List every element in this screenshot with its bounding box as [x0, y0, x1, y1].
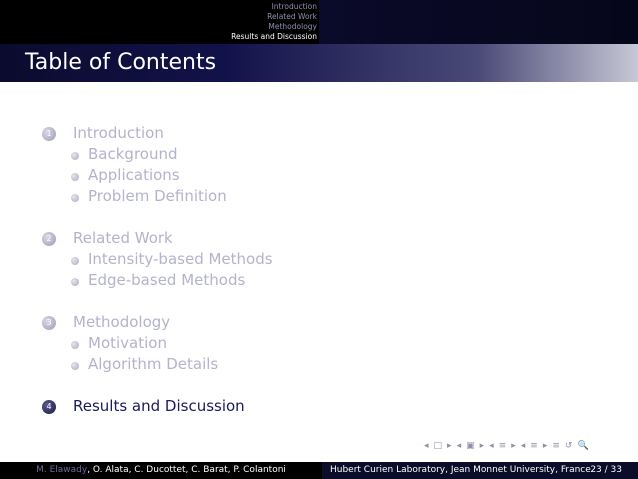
section-number-badge: 4 [42, 400, 56, 414]
section-number-badge: 3 [42, 316, 56, 330]
navigation-symbols: ◂ □ ▸ ◂ ▣ ▸ ◂ ≡ ▸ ◂ ≡ ▸ ≡ ↺ 🔍 [424, 440, 589, 452]
headline-section-results[interactable]: Results and Discussion [0, 32, 317, 42]
headline-right [319, 0, 638, 44]
bullet-icon [71, 257, 79, 265]
nav-next-subsection-icon[interactable]: ▸ [480, 440, 485, 452]
toc-subsection-label[interactable]: Applications [88, 166, 180, 184]
toc-section-label[interactable]: Related Work [73, 229, 173, 247]
toc-section-label[interactable]: Introduction [73, 124, 164, 142]
institute-name: Hubert Curien Laboratory, Jean Monnet Un… [330, 465, 591, 475]
headline-section-introduction[interactable]: Introduction [0, 2, 317, 12]
toc-subsection-label[interactable]: Background [88, 145, 178, 163]
footline: M. Elawady, O. Alata, C. Ducottet, C. Ba… [0, 462, 638, 479]
co-authors: , O. Alata, C. Ducottet, C. Barat, P. Co… [87, 465, 286, 475]
section-number-badge: 2 [42, 232, 56, 246]
nav-section-icon[interactable]: ≡ [499, 440, 507, 452]
bullet-icon [71, 194, 79, 202]
toc-subsection-label[interactable]: Intensity-based Methods [88, 250, 273, 268]
toc-section-label[interactable]: Results and Discussion [73, 397, 245, 415]
nav-prev-section-icon[interactable]: ◂ [489, 440, 494, 452]
bullet-icon [71, 341, 79, 349]
presenter-name: M. Elawady [36, 465, 88, 475]
nav-frame-icon[interactable]: □ [434, 440, 443, 452]
nav-back-icon[interactable]: ↺ [565, 440, 573, 452]
toc-section-label[interactable]: Methodology [73, 313, 170, 331]
bullet-icon [71, 173, 79, 181]
toc-subsection-label[interactable]: Motivation [88, 334, 167, 352]
toc-subsection-label[interactable]: Problem Definition [88, 187, 227, 205]
nav-appendix-icon[interactable]: ≡ [552, 440, 560, 452]
headline-bar: Introduction Related Work Methodology Re… [0, 0, 638, 44]
nav-next-section-icon[interactable]: ▸ [511, 440, 516, 452]
bullet-icon [71, 152, 79, 160]
nav-next-presentation-icon[interactable]: ▸ [543, 440, 548, 452]
toc-subsection-label[interactable]: Algorithm Details [88, 355, 218, 373]
footline-institute-area: Hubert Curien Laboratory, Jean Monnet Un… [322, 462, 638, 479]
headline-section-list: Introduction Related Work Methodology Re… [0, 2, 317, 42]
toc-subsection-label[interactable]: Edge-based Methods [88, 271, 245, 289]
frame-title: Table of Contents [25, 50, 217, 75]
headline-section-methodology[interactable]: Methodology [0, 22, 317, 32]
page-number: 23 / 33 [590, 465, 622, 475]
bullet-icon [71, 362, 79, 370]
nav-prev-subsection-icon[interactable]: ◂ [457, 440, 462, 452]
nav-subsection-icon[interactable]: ▣ [466, 440, 475, 452]
footline-authors: M. Elawady, O. Alata, C. Ducottet, C. Ba… [0, 462, 322, 479]
nav-next-frame-icon[interactable]: ▸ [447, 440, 452, 452]
headline-section-related-work[interactable]: Related Work [0, 12, 317, 22]
nav-prev-presentation-icon[interactable]: ◂ [521, 440, 526, 452]
nav-presentation-icon[interactable]: ≡ [530, 440, 538, 452]
nav-search-icon[interactable]: 🔍 [577, 440, 588, 452]
nav-prev-frame-icon[interactable]: ◂ [424, 440, 429, 452]
section-number-badge: 1 [42, 127, 56, 141]
bullet-icon [71, 278, 79, 286]
